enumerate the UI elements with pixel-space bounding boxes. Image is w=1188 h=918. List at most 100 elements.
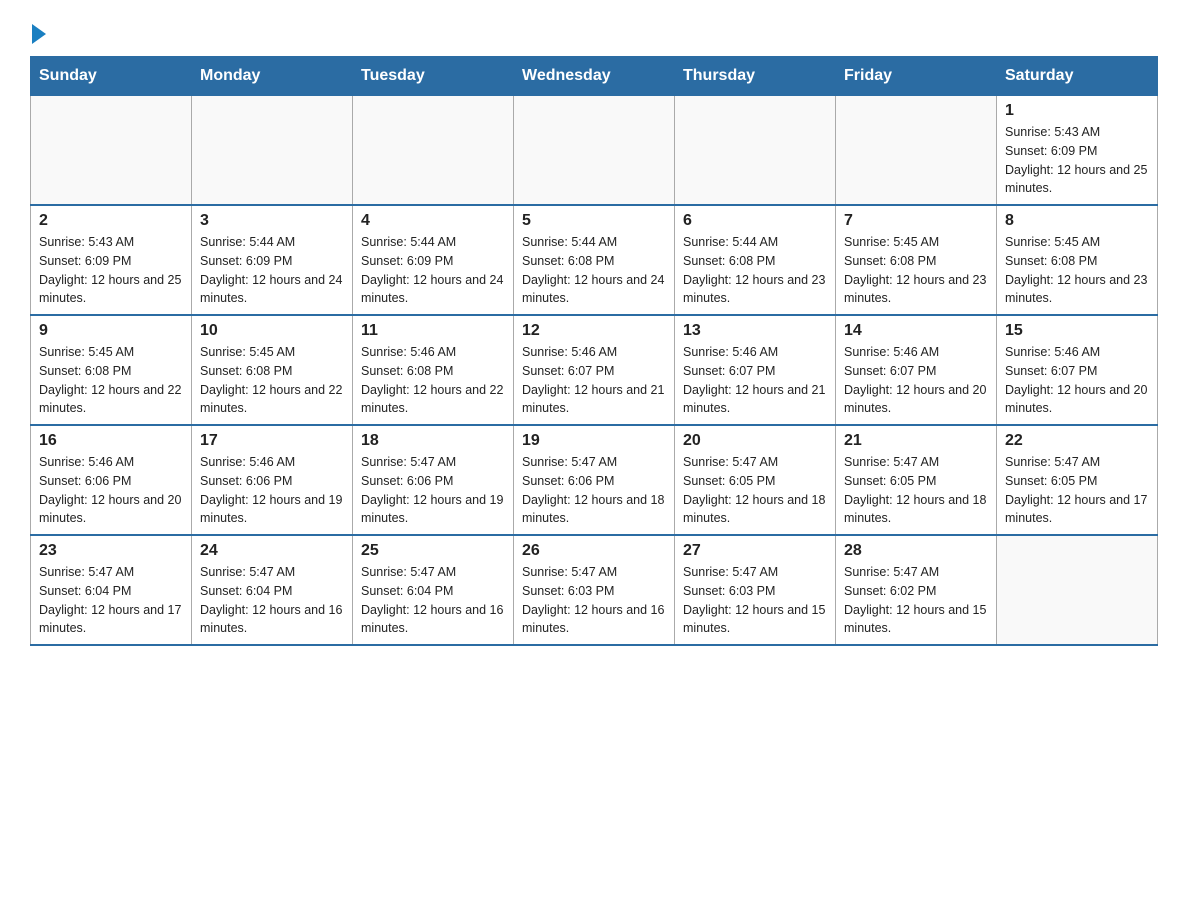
- day-info: Sunrise: 5:45 AM Sunset: 6:08 PM Dayligh…: [39, 343, 183, 418]
- day-info: Sunrise: 5:46 AM Sunset: 6:07 PM Dayligh…: [1005, 343, 1149, 418]
- calendar-cell: 23Sunrise: 5:47 AM Sunset: 6:04 PM Dayli…: [31, 535, 192, 645]
- day-info: Sunrise: 5:46 AM Sunset: 6:07 PM Dayligh…: [683, 343, 827, 418]
- day-number: 19: [522, 432, 666, 450]
- day-info: Sunrise: 5:47 AM Sunset: 6:05 PM Dayligh…: [1005, 453, 1149, 528]
- weekday-header-monday: Monday: [192, 57, 353, 96]
- day-number: 3: [200, 212, 344, 230]
- day-info: Sunrise: 5:44 AM Sunset: 6:08 PM Dayligh…: [522, 233, 666, 308]
- calendar-cell: 18Sunrise: 5:47 AM Sunset: 6:06 PM Dayli…: [353, 425, 514, 535]
- calendar-cell: [353, 96, 514, 206]
- page-header: [30, 20, 1158, 40]
- calendar-cell: [997, 535, 1158, 645]
- calendar-cell: 2 Sunrise: 5:43 AM Sunset: 6:09 PM Daylig…: [31, 205, 192, 315]
- day-info: Sunrise: 5:46 AM Sunset: 6:06 PM Dayligh…: [200, 453, 344, 528]
- calendar-week-row: 2 Sunrise: 5:43 AM Sunset: 6:09 PM Daylig…: [31, 205, 1158, 315]
- calendar-cell: 5 Sunrise: 5:44 AM Sunset: 6:08 PM Daylig…: [514, 205, 675, 315]
- calendar-cell: [31, 96, 192, 206]
- calendar-cell: 6Sunrise: 5:44 AM Sunset: 6:08 PM Daylig…: [675, 205, 836, 315]
- day-info: Sunrise: 5:43 AM Sunset: 6:09 PM Dayligh…: [1005, 123, 1149, 198]
- day-number: 8: [1005, 212, 1149, 230]
- calendar-cell: 22 Sunrise: 5:47 AM Sunset: 6:05 PM Dayli…: [997, 425, 1158, 535]
- calendar-cell: 15 Sunrise: 5:46 AM Sunset: 6:07 PM Dayli…: [997, 315, 1158, 425]
- calendar-cell: 13 Sunrise: 5:46 AM Sunset: 6:07 PM Dayli…: [675, 315, 836, 425]
- day-info: Sunrise: 5:47 AM Sunset: 6:06 PM Dayligh…: [361, 453, 505, 528]
- day-number: 1: [1005, 102, 1149, 120]
- calendar-cell: 14 Sunrise: 5:46 AM Sunset: 6:07 PM Dayli…: [836, 315, 997, 425]
- day-number: 2: [39, 212, 183, 230]
- day-number: 10: [200, 322, 344, 340]
- weekday-header-tuesday: Tuesday: [353, 57, 514, 96]
- calendar-week-row: 9 Sunrise: 5:45 AM Sunset: 6:08 PM Daylig…: [31, 315, 1158, 425]
- day-number: 28: [844, 542, 988, 560]
- day-number: 15: [1005, 322, 1149, 340]
- calendar-cell: 9 Sunrise: 5:45 AM Sunset: 6:08 PM Daylig…: [31, 315, 192, 425]
- day-number: 21: [844, 432, 988, 450]
- calendar-cell: 24 Sunrise: 5:47 AM Sunset: 6:04 PM Dayli…: [192, 535, 353, 645]
- calendar-cell: 11 Sunrise: 5:46 AM Sunset: 6:08 PM Dayli…: [353, 315, 514, 425]
- calendar-header: SundayMondayTuesdayWednesdayThursdayFrid…: [31, 57, 1158, 96]
- day-info: Sunrise: 5:46 AM Sunset: 6:07 PM Dayligh…: [844, 343, 988, 418]
- day-number: 26: [522, 542, 666, 560]
- day-number: 9: [39, 322, 183, 340]
- day-info: Sunrise: 5:47 AM Sunset: 6:06 PM Dayligh…: [522, 453, 666, 528]
- day-info: Sunrise: 5:46 AM Sunset: 6:07 PM Dayligh…: [522, 343, 666, 418]
- day-info: Sunrise: 5:43 AM Sunset: 6:09 PM Dayligh…: [39, 233, 183, 308]
- day-info: Sunrise: 5:47 AM Sunset: 6:05 PM Dayligh…: [683, 453, 827, 528]
- weekday-header-saturday: Saturday: [997, 57, 1158, 96]
- calendar-body: 1 Sunrise: 5:43 AM Sunset: 6:09 PM Daylig…: [31, 96, 1158, 646]
- calendar-cell: 10Sunrise: 5:45 AM Sunset: 6:08 PM Dayli…: [192, 315, 353, 425]
- day-info: Sunrise: 5:47 AM Sunset: 6:03 PM Dayligh…: [522, 563, 666, 638]
- day-info: Sunrise: 5:47 AM Sunset: 6:03 PM Dayligh…: [683, 563, 827, 638]
- calendar-cell: 20Sunrise: 5:47 AM Sunset: 6:05 PM Dayli…: [675, 425, 836, 535]
- weekday-header-thursday: Thursday: [675, 57, 836, 96]
- day-number: 5: [522, 212, 666, 230]
- calendar-week-row: 23Sunrise: 5:47 AM Sunset: 6:04 PM Dayli…: [31, 535, 1158, 645]
- day-number: 25: [361, 542, 505, 560]
- logo: [30, 20, 46, 40]
- logo-arrow-icon: [32, 24, 46, 44]
- day-number: 11: [361, 322, 505, 340]
- day-info: Sunrise: 5:46 AM Sunset: 6:08 PM Dayligh…: [361, 343, 505, 418]
- calendar-cell: 8Sunrise: 5:45 AM Sunset: 6:08 PM Daylig…: [997, 205, 1158, 315]
- day-number: 27: [683, 542, 827, 560]
- calendar-cell: 16 Sunrise: 5:46 AM Sunset: 6:06 PM Dayli…: [31, 425, 192, 535]
- day-number: 12: [522, 322, 666, 340]
- day-number: 17: [200, 432, 344, 450]
- calendar-table: SundayMondayTuesdayWednesdayThursdayFrid…: [30, 56, 1158, 646]
- day-info: Sunrise: 5:44 AM Sunset: 6:09 PM Dayligh…: [361, 233, 505, 308]
- day-info: Sunrise: 5:47 AM Sunset: 6:05 PM Dayligh…: [844, 453, 988, 528]
- weekday-header-wednesday: Wednesday: [514, 57, 675, 96]
- day-info: Sunrise: 5:44 AM Sunset: 6:09 PM Dayligh…: [200, 233, 344, 308]
- calendar-week-row: 16 Sunrise: 5:46 AM Sunset: 6:06 PM Dayli…: [31, 425, 1158, 535]
- day-info: Sunrise: 5:44 AM Sunset: 6:08 PM Dayligh…: [683, 233, 827, 308]
- day-number: 7: [844, 212, 988, 230]
- calendar-cell: 26 Sunrise: 5:47 AM Sunset: 6:03 PM Dayli…: [514, 535, 675, 645]
- calendar-cell: 12 Sunrise: 5:46 AM Sunset: 6:07 PM Dayli…: [514, 315, 675, 425]
- day-info: Sunrise: 5:47 AM Sunset: 6:04 PM Dayligh…: [361, 563, 505, 638]
- calendar-cell: 1 Sunrise: 5:43 AM Sunset: 6:09 PM Daylig…: [997, 96, 1158, 206]
- calendar-cell: [514, 96, 675, 206]
- calendar-cell: 4 Sunrise: 5:44 AM Sunset: 6:09 PM Daylig…: [353, 205, 514, 315]
- calendar-cell: 27 Sunrise: 5:47 AM Sunset: 6:03 PM Dayli…: [675, 535, 836, 645]
- day-info: Sunrise: 5:46 AM Sunset: 6:06 PM Dayligh…: [39, 453, 183, 528]
- day-number: 4: [361, 212, 505, 230]
- weekday-header-row: SundayMondayTuesdayWednesdayThursdayFrid…: [31, 57, 1158, 96]
- day-number: 13: [683, 322, 827, 340]
- calendar-cell: 28 Sunrise: 5:47 AM Sunset: 6:02 PM Dayli…: [836, 535, 997, 645]
- day-number: 14: [844, 322, 988, 340]
- calendar-cell: 19 Sunrise: 5:47 AM Sunset: 6:06 PM Dayli…: [514, 425, 675, 535]
- day-info: Sunrise: 5:47 AM Sunset: 6:04 PM Dayligh…: [39, 563, 183, 638]
- day-number: 16: [39, 432, 183, 450]
- calendar-cell: 7Sunrise: 5:45 AM Sunset: 6:08 PM Daylig…: [836, 205, 997, 315]
- day-info: Sunrise: 5:47 AM Sunset: 6:02 PM Dayligh…: [844, 563, 988, 638]
- calendar-cell: 17 Sunrise: 5:46 AM Sunset: 6:06 PM Dayli…: [192, 425, 353, 535]
- day-number: 22: [1005, 432, 1149, 450]
- calendar-cell: 3 Sunrise: 5:44 AM Sunset: 6:09 PM Daylig…: [192, 205, 353, 315]
- day-info: Sunrise: 5:47 AM Sunset: 6:04 PM Dayligh…: [200, 563, 344, 638]
- calendar-cell: 25 Sunrise: 5:47 AM Sunset: 6:04 PM Dayli…: [353, 535, 514, 645]
- calendar-cell: [836, 96, 997, 206]
- day-number: 24: [200, 542, 344, 560]
- calendar-week-row: 1 Sunrise: 5:43 AM Sunset: 6:09 PM Daylig…: [31, 96, 1158, 206]
- weekday-header-sunday: Sunday: [31, 57, 192, 96]
- calendar-cell: [675, 96, 836, 206]
